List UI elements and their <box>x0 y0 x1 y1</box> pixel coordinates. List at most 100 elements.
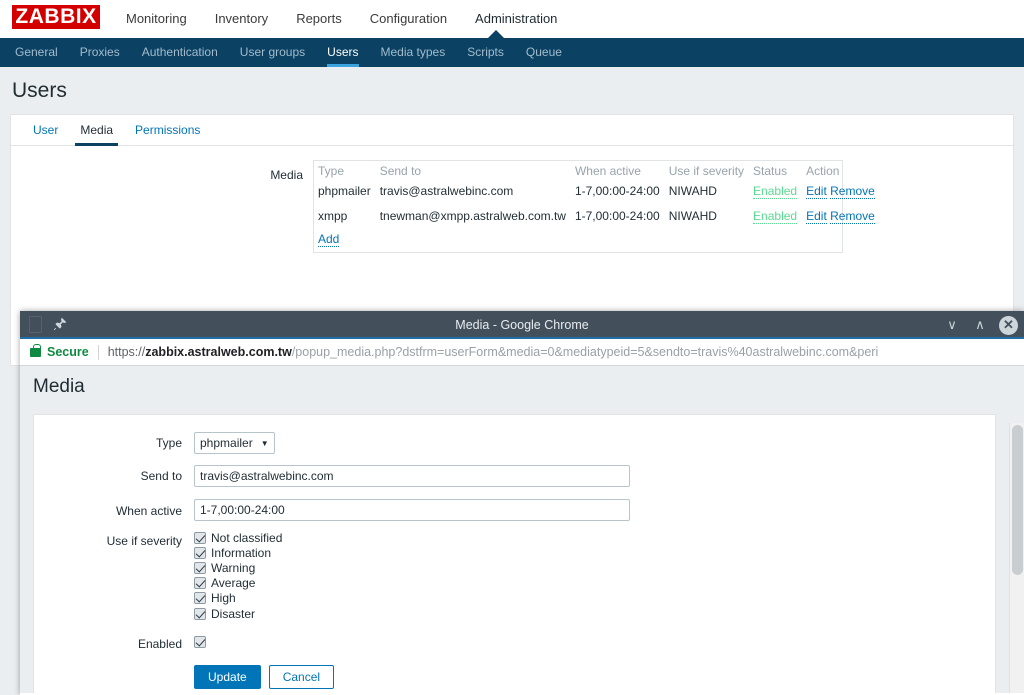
media-table-header-row: Type Send to When active Use if severity… <box>314 161 880 181</box>
maximize-icon[interactable]: ∧ <box>971 316 989 334</box>
cell-add: Add <box>314 226 880 252</box>
edit-link[interactable]: Edit <box>806 209 827 224</box>
type-field-label: Type <box>155 436 182 450</box>
tab-media[interactable]: Media <box>69 115 124 146</box>
status-link[interactable]: Enabled <box>753 209 798 224</box>
sub-menu-item-media-types[interactable]: Media types <box>370 38 457 67</box>
main-menu-item-administration[interactable]: Administration <box>461 0 571 38</box>
cell-action: Edit Remove <box>802 181 880 201</box>
checkbox-icon[interactable] <box>194 636 206 648</box>
app-header: ZABBIX Monitoring Inventory Reports Conf… <box>0 0 1024 38</box>
table-row: xmpp tnewman@xmpp.astralweb.com.tw 1-7,0… <box>314 201 880 226</box>
sub-menu-item-scripts[interactable]: Scripts <box>456 38 515 67</box>
column-header-when-active: When active <box>574 164 641 178</box>
checkbox-icon[interactable] <box>194 532 206 544</box>
column-header-use-if-severity: Use if severity <box>668 164 745 178</box>
enabled-checkbox-row[interactable] <box>194 636 211 648</box>
cell-type: phpmailer <box>318 184 371 198</box>
cell-action: Edit Remove <box>802 201 880 226</box>
severity-option-label: Disaster <box>211 607 256 621</box>
remove-link[interactable]: Remove <box>830 184 875 199</box>
main-menu-item-reports[interactable]: Reports <box>282 0 356 38</box>
remove-link[interactable]: Remove <box>830 209 875 224</box>
severity-option-label: High <box>211 591 236 605</box>
severity-field-label: Use if severity <box>106 534 182 548</box>
checkbox-icon[interactable] <box>194 547 206 559</box>
cell-send-to: travis@astralwebinc.com <box>379 184 514 198</box>
cell-when-active: 1-7,00:00-24:00 <box>574 209 660 223</box>
table-row: phpmailer travis@astralwebinc.com 1-7,00… <box>314 181 880 201</box>
zabbix-logo[interactable]: ZABBIX <box>12 5 100 29</box>
severity-option-high[interactable]: High <box>194 591 236 605</box>
checkbox-icon[interactable] <box>194 608 206 620</box>
column-header-action: Action <box>806 164 840 178</box>
url-path: /popup_media.php?dstfrm=userForm&media=0… <box>291 345 879 359</box>
window-controls: ∨ ∧ ✕ <box>943 311 1018 339</box>
sub-menu-bar: General Proxies Authentication User grou… <box>0 38 1024 67</box>
media-table: Type Send to When active Use if severity… <box>314 161 880 252</box>
severity-option-label: Warning <box>211 561 256 575</box>
column-header-type: Type <box>318 164 345 178</box>
url-input[interactable]: https://zabbix.astralweb.com.tw/popup_me… <box>108 345 1024 359</box>
severity-option-warning[interactable]: Warning <box>194 561 255 575</box>
minimize-icon[interactable]: ∨ <box>943 316 961 334</box>
popup-cancel-button[interactable]: Cancel <box>268 665 335 689</box>
sub-menu-item-users[interactable]: Users <box>316 38 369 67</box>
media-add-row: Add <box>314 226 880 252</box>
cell-status: Enabled <box>749 201 802 226</box>
chevron-down-icon: ▼ <box>260 438 269 448</box>
cell-severity: NIWAHD <box>668 209 717 223</box>
add-media-link[interactable]: Add <box>318 232 340 247</box>
send-to-field-label: Send to <box>140 469 182 483</box>
popup-page-title: Media <box>33 376 85 397</box>
lock-icon <box>30 343 41 357</box>
media-table-wrapper: Type Send to When active Use if severity… <box>313 160 875 253</box>
when-active-field-label: When active <box>115 504 182 518</box>
popup-form-panel <box>33 414 996 693</box>
severity-option-average[interactable]: Average <box>194 576 255 590</box>
sub-menu-item-general[interactable]: General <box>4 38 69 67</box>
popup-scrollbar[interactable] <box>1009 423 1024 693</box>
edit-link[interactable]: Edit <box>806 184 827 199</box>
severity-option-disaster[interactable]: Disaster <box>194 607 255 621</box>
page-title: Users <box>12 79 67 102</box>
tab-user[interactable]: User <box>22 115 69 146</box>
severity-option-not-classified[interactable]: Not classified <box>194 531 282 545</box>
popup-action-buttons: Update Cancel <box>194 665 335 689</box>
popup-update-button[interactable]: Update <box>194 665 261 689</box>
url-scheme: https:// <box>107 345 146 359</box>
main-menu-item-configuration[interactable]: Configuration <box>356 0 461 38</box>
main-menu-item-monitoring[interactable]: Monitoring <box>112 0 201 38</box>
enabled-field-label: Enabled <box>137 637 182 651</box>
checkbox-icon[interactable] <box>194 592 206 604</box>
type-select[interactable]: phpmailer ▼ <box>194 432 275 454</box>
sub-menu-item-proxies[interactable]: Proxies <box>69 38 131 67</box>
when-active-input[interactable] <box>194 499 630 521</box>
checkbox-icon[interactable] <box>194 562 206 574</box>
cell-severity: NIWAHD <box>668 184 717 198</box>
cell-when-active: 1-7,00:00-24:00 <box>574 184 660 198</box>
security-status-label: Secure <box>47 345 89 359</box>
main-menu-item-inventory[interactable]: Inventory <box>201 0 282 38</box>
type-select-value: phpmailer <box>200 436 253 450</box>
close-icon[interactable]: ✕ <box>999 315 1018 335</box>
severity-option-label: Not classified <box>211 531 283 545</box>
url-separator <box>97 344 99 360</box>
status-link[interactable]: Enabled <box>753 184 798 199</box>
media-field-label: Media <box>270 168 303 182</box>
chrome-url-bar[interactable]: Secure https://zabbix.astralweb.com.tw/p… <box>20 339 1024 366</box>
sub-menu-item-authentication[interactable]: Authentication <box>131 38 229 67</box>
url-host: zabbix.astralweb.com.tw <box>145 345 292 359</box>
cell-status: Enabled <box>749 181 802 201</box>
severity-option-information[interactable]: Information <box>194 546 271 560</box>
popup-scrollbar-thumb[interactable] <box>1012 425 1023 575</box>
sub-menu-item-queue[interactable]: Queue <box>515 38 573 67</box>
send-to-input[interactable] <box>194 465 630 487</box>
column-header-send-to: Send to <box>379 164 422 178</box>
sub-menu-item-user-groups[interactable]: User groups <box>229 38 316 67</box>
window-titlebar[interactable]: Media - Google Chrome ∨ ∧ ✕ <box>20 311 1024 339</box>
tab-permissions[interactable]: Permissions <box>124 115 211 146</box>
window-title: Media - Google Chrome <box>455 318 589 332</box>
column-header-status: Status <box>753 164 788 178</box>
checkbox-icon[interactable] <box>194 577 206 589</box>
